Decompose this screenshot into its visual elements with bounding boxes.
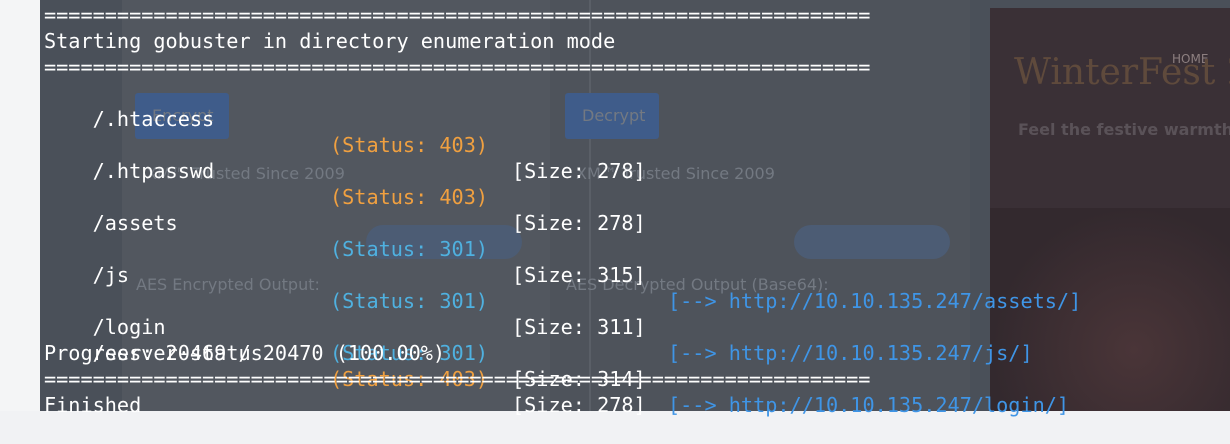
mode-line: Starting gobuster in directory enumerati…: [44, 29, 616, 53]
progress-line: Progress: 20469 / 20470 (100.00%): [44, 341, 446, 365]
separator-line: ========================================…: [44, 55, 871, 79]
result-size: [Size: 278]: [512, 211, 646, 235]
result-path: /js: [92, 263, 130, 287]
finished-line: Finished: [44, 393, 142, 417]
terminal-output: ========================================…: [44, 0, 1224, 417]
result-path: /assets: [92, 211, 178, 235]
redirect-link[interactable]: [--> http://10.10.135.247/login/]: [668, 392, 1069, 418]
separator-line: ========================================…: [44, 367, 871, 391]
result-size: [Size: 311]: [512, 315, 646, 339]
result-size: [Size: 278]: [512, 393, 646, 417]
redirect-link[interactable]: [--> http://10.10.135.247/js/]: [668, 340, 1033, 366]
result-status: (Status: 403): [330, 185, 489, 209]
separator-line: ========================================…: [44, 3, 871, 27]
result-status: (Status: 301): [330, 289, 489, 313]
result-path: /.htpasswd: [92, 159, 215, 183]
result-path: /.htaccess: [92, 107, 215, 131]
result-status: (Status: 301): [330, 237, 489, 261]
result-size: [Size: 278]: [512, 159, 646, 183]
result-size: [Size: 315]: [512, 263, 646, 287]
result-status: (Status: 403): [330, 133, 489, 157]
redirect-link[interactable]: [--> http://10.10.135.247/assets/]: [668, 288, 1081, 314]
left-window-edge: [0, 0, 41, 411]
